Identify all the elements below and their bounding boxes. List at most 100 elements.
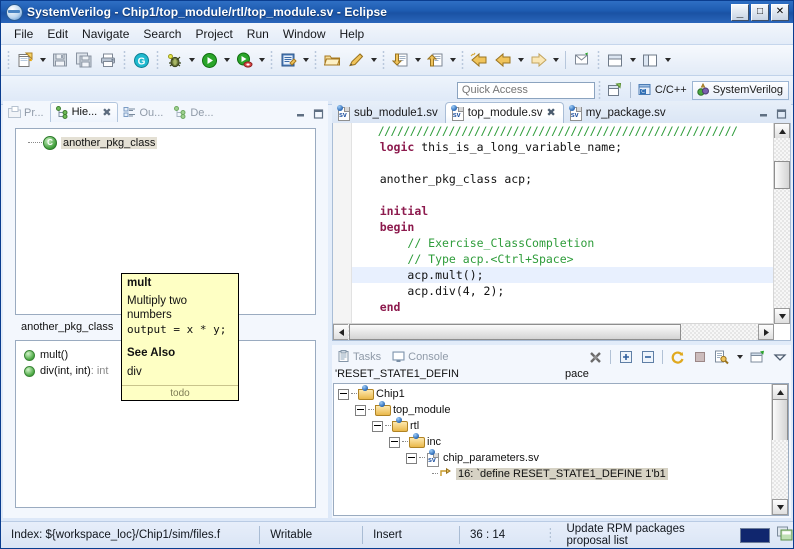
- new-view-icon[interactable]: [748, 348, 767, 366]
- code-line[interactable]: begin: [352, 219, 774, 235]
- debug-dropdown-icon[interactable]: [186, 49, 197, 71]
- collapse-all-icon[interactable]: [638, 348, 657, 366]
- collapse-toggle-icon[interactable]: [389, 436, 400, 448]
- tree-item[interactable]: top_module: [334, 400, 771, 418]
- import-dropdown-icon[interactable]: [412, 49, 423, 71]
- menu-window[interactable]: Window: [276, 25, 333, 43]
- menu-help[interactable]: Help: [333, 25, 372, 43]
- tree-item[interactable]: Chip1: [334, 384, 771, 402]
- export-icon[interactable]: [423, 48, 447, 72]
- toolbar-grip[interactable]: [270, 50, 273, 70]
- split-vertical-dropdown-icon[interactable]: [662, 49, 673, 71]
- open-folder-icon[interactable]: [320, 48, 344, 72]
- code-line[interactable]: [352, 187, 774, 203]
- collapse-toggle-icon[interactable]: [338, 388, 349, 400]
- collapse-toggle-icon[interactable]: [355, 404, 366, 416]
- scroll-down-button[interactable]: [772, 499, 788, 515]
- tree-item-another-pkg-class[interactable]: C another_pkg_class: [16, 135, 315, 151]
- toolbar-grip[interactable]: [7, 50, 10, 70]
- forward-dropdown-icon[interactable]: [550, 49, 561, 71]
- toolbar-grip[interactable]: [597, 50, 600, 70]
- editor-gutter[interactable]: [333, 123, 352, 340]
- toolbar-grip[interactable]: [156, 50, 159, 70]
- stop-icon[interactable]: [690, 348, 709, 366]
- scroll-thumb[interactable]: [772, 399, 788, 441]
- menu-edit[interactable]: Edit: [40, 25, 75, 43]
- collapse-toggle-icon[interactable]: [372, 420, 383, 432]
- print-icon[interactable]: [96, 48, 120, 72]
- clear-icon[interactable]: [586, 348, 605, 366]
- run-icon[interactable]: [197, 48, 221, 72]
- minimize-view-button[interactable]: [294, 108, 307, 120]
- tree-item[interactable]: inc: [334, 432, 771, 450]
- tab-project-explorer[interactable]: Pr...: [3, 104, 50, 122]
- toolbar-grip[interactable]: [382, 50, 385, 70]
- results-vertical-scrollbar[interactable]: [771, 384, 788, 515]
- menu-file[interactable]: File: [7, 25, 40, 43]
- code-line[interactable]: // Type acp.<Ctrl+Space>: [352, 251, 774, 267]
- save-all-icon[interactable]: [72, 48, 96, 72]
- new-window-icon[interactable]: [570, 48, 594, 72]
- menu-project[interactable]: Project: [188, 25, 239, 43]
- code-line[interactable]: end: [352, 299, 774, 315]
- status-grip[interactable]: [548, 527, 552, 543]
- pen-icon[interactable]: [344, 48, 368, 72]
- menu-navigate[interactable]: Navigate: [75, 25, 136, 43]
- collapse-toggle-icon[interactable]: [406, 452, 417, 464]
- split-vertical-icon[interactable]: [638, 48, 662, 72]
- code-line[interactable]: acp.mult();: [352, 267, 774, 283]
- back-history-icon[interactable]: [467, 48, 491, 72]
- code-line[interactable]: logic this_is_a_long_variable_name;: [352, 139, 774, 155]
- tab-top-module[interactable]: sv top_module.sv ✖: [444, 102, 564, 123]
- minimize-button[interactable]: _: [731, 3, 749, 21]
- back-dropdown-icon[interactable]: [515, 49, 526, 71]
- scroll-left-button[interactable]: [333, 324, 349, 340]
- tree-item[interactable]: sv chip_parameters.sv: [334, 448, 771, 467]
- export-dropdown-icon[interactable]: [447, 49, 458, 71]
- open-perspective-icon[interactable]: [604, 80, 626, 100]
- code-line[interactable]: another_pkg_class acp;: [352, 171, 774, 187]
- forward-icon[interactable]: [526, 48, 550, 72]
- code-line[interactable]: acp.div(4, 2);: [352, 283, 774, 299]
- tab-outline[interactable]: Ou...: [118, 104, 169, 122]
- perspective-grip[interactable]: [597, 80, 601, 100]
- import-icon[interactable]: [388, 48, 412, 72]
- tree-item[interactable]: 16: `define RESET_STATE1_DEFINE 1'b1: [334, 466, 771, 482]
- scroll-up-button[interactable]: [772, 384, 788, 400]
- jobs-icon[interactable]: [777, 526, 793, 544]
- close-icon[interactable]: ✖: [547, 106, 556, 119]
- code-line[interactable]: initial: [352, 203, 774, 219]
- compile-g-icon[interactable]: G: [129, 48, 153, 72]
- profile-icon[interactable]: [232, 48, 256, 72]
- configure-dropdown-icon[interactable]: [734, 346, 745, 368]
- search-results-tree[interactable]: Chip1 top_module rtl inc sv chip_parameters.s…: [333, 383, 789, 516]
- configure-icon[interactable]: [712, 348, 731, 366]
- scroll-right-button[interactable]: [758, 324, 774, 340]
- code-text[interactable]: ////////////////////////////////////////…: [352, 123, 774, 324]
- external-tools-dropdown-icon[interactable]: [300, 49, 311, 71]
- debug-icon[interactable]: [162, 48, 186, 72]
- toolbar-grip[interactable]: [314, 50, 317, 70]
- search-input[interactable]: [456, 81, 595, 99]
- maximize-button[interactable]: □: [751, 3, 769, 21]
- tree-item[interactable]: rtl: [334, 416, 771, 434]
- scroll-thumb[interactable]: [774, 161, 790, 189]
- tab-tasks[interactable]: Tasks: [332, 348, 387, 366]
- scroll-thumb[interactable]: [349, 324, 681, 340]
- profile-dropdown-icon[interactable]: [256, 49, 267, 71]
- new-file-icon[interactable]: [13, 48, 37, 72]
- close-button[interactable]: ✕: [771, 3, 789, 21]
- minimize-editor-button[interactable]: [757, 108, 770, 120]
- view-menu-icon[interactable]: [770, 348, 789, 366]
- code-line[interactable]: // Exercise_ClassCompletion: [352, 235, 774, 251]
- save-icon[interactable]: [48, 48, 72, 72]
- perspective-systemverilog[interactable]: SystemVerilog: [691, 80, 789, 100]
- back-icon[interactable]: [491, 48, 515, 72]
- editor-vertical-scrollbar[interactable]: [773, 123, 790, 324]
- maximize-editor-button[interactable]: [775, 108, 788, 120]
- expand-all-icon[interactable]: [616, 348, 635, 366]
- toolbar-grip[interactable]: [461, 50, 464, 70]
- tab-declaration[interactable]: De...: [169, 104, 219, 122]
- split-horizontal-icon[interactable]: [603, 48, 627, 72]
- tab-hierarchy[interactable]: Hie... ✖: [49, 102, 119, 122]
